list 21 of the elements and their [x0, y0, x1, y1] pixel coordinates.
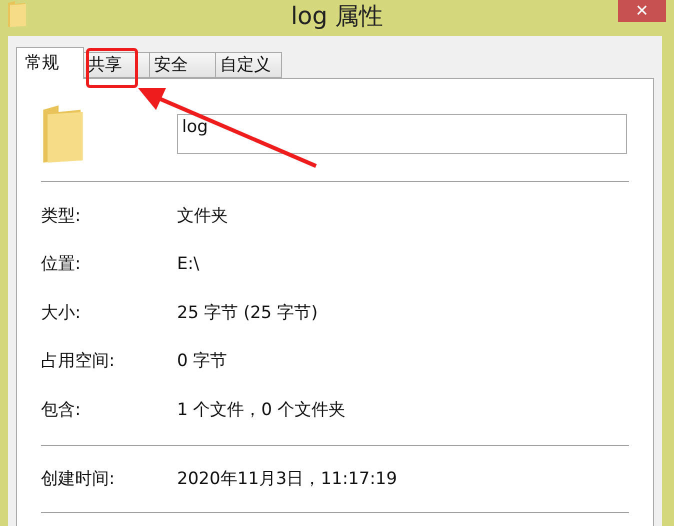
property-label: 位置: [41, 253, 82, 276]
property-label: 类型: [41, 204, 82, 228]
window-title: log 属性 [290, 1, 384, 32]
property-label: 占用空间: [41, 350, 116, 373]
property-value: 2020年11月3日，11:17:19 [177, 468, 398, 491]
property-value: 0 字节 [177, 350, 228, 373]
property-value: 文件夹 [177, 204, 228, 228]
close-button[interactable]: ✕ [618, 0, 666, 22]
property-label: 创建时间: [41, 468, 116, 491]
property-value: E:\ [177, 253, 200, 276]
name-field[interactable]: log [177, 114, 627, 154]
tab[interactable]: 安全 [150, 52, 216, 78]
property-label: 包含: [41, 398, 82, 422]
highlight-frame [86, 48, 138, 88]
property-label: 大小: [41, 302, 82, 324]
tab[interactable]: 共享 [84, 52, 150, 78]
property-value: 1 个文件，0 个文件夹 [177, 398, 346, 422]
tab[interactable]: 常规 [16, 47, 84, 79]
property-value: 25 字节 (25 字节) [177, 302, 318, 324]
tab[interactable]: 自定义 [216, 52, 282, 78]
folder-icon [6, 0, 28, 28]
